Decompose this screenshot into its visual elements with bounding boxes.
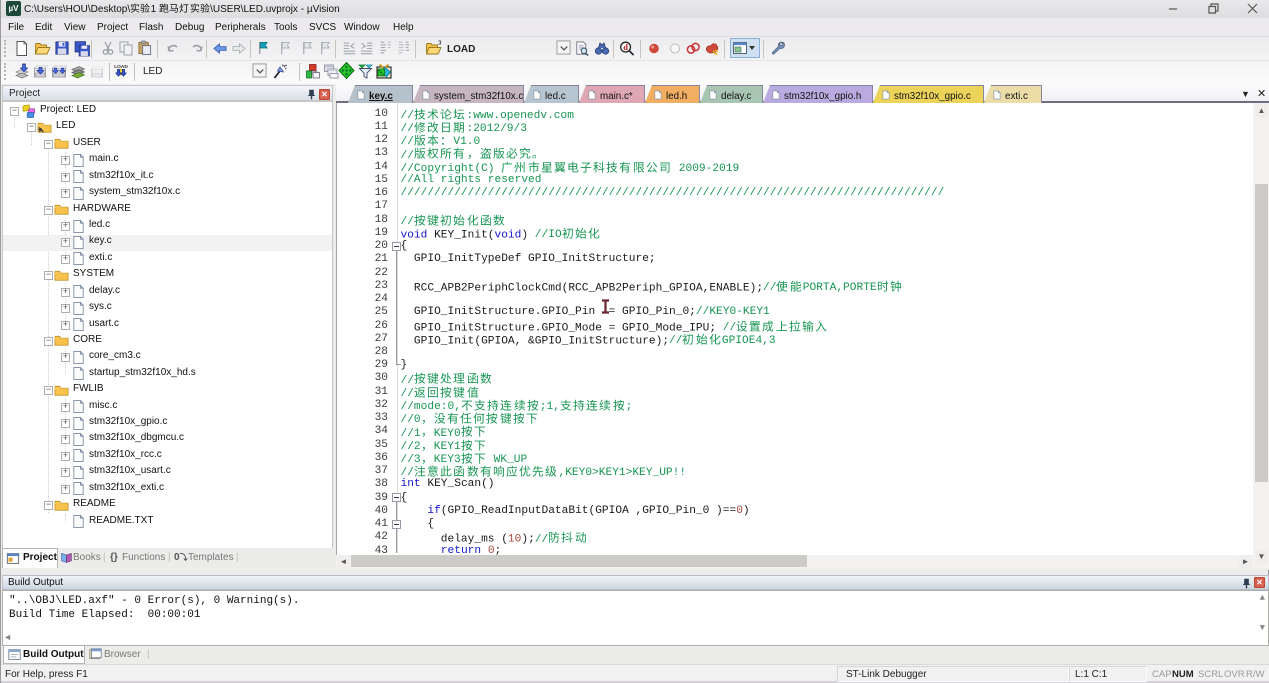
svg-text:d: d	[623, 42, 628, 52]
